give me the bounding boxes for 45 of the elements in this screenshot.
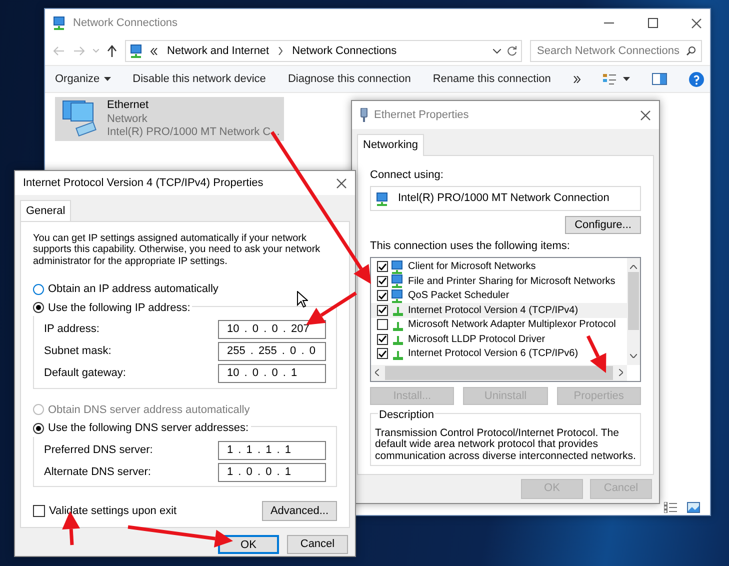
field-label: Subnet mask: (44, 344, 112, 360)
toolbar-button[interactable]: Disable this network device (132, 70, 266, 88)
adapter-name: Intel(R) PRO/1000 MT Network Connection (398, 191, 610, 206)
tab[interactable]: Networking (357, 134, 424, 156)
dialog-button[interactable]: Cancel (287, 534, 348, 554)
ip-address-field[interactable]: 10 . 0 . 0 . 1 (218, 364, 326, 383)
component-item[interactable]: Microsoft LLDP Protocol Driver (371, 332, 629, 346)
ip-address-field[interactable]: 255 . 255 . 0 . 0 (218, 342, 326, 361)
radio-option[interactable]: Use the following IP address: (33, 300, 192, 316)
component-item[interactable]: Internet Protocol Version 4 (TCP/IPv4) (371, 303, 629, 318)
address-bar[interactable]: Network and Internet Network Connections (125, 40, 522, 62)
ip-address-field[interactable]: 1 . 0 . 0 . 1 (218, 462, 326, 482)
field-label: This connection uses the following items: (370, 239, 571, 254)
component-item[interactable]: Internet Protocol Version 6 (TCP/IPv6) (371, 346, 629, 361)
connection-status: Network (107, 112, 148, 126)
toolbar-button[interactable]: Organize (55, 70, 111, 88)
window-title: Network Connections (73, 16, 179, 31)
toolbar-button[interactable]: Diagnose this connection (288, 70, 411, 88)
breadcrumb-item[interactable]: Network Connections (289, 42, 400, 60)
breadcrumb-item[interactable]: Network and Internet (164, 42, 272, 60)
radio-option[interactable]: Use the following DNS server addresses: (33, 420, 251, 436)
connection-name: Ethernet (107, 99, 150, 112)
advanced-button[interactable]: Advanced... (262, 501, 337, 521)
radio-option[interactable]: Obtain an IP address automatically (33, 281, 337, 298)
search-field[interactable]: Search Network Connections (530, 40, 702, 62)
intro-text: You can get IP settings assigned automatically if your network supports this capability. Otherwise, you need to ask your network administrator for the appropriate IP settings. (33, 232, 322, 267)
description-text: Transmission Control Protocol/Internet Protocol. The default wide area network protocol that provides communication across diverse interconnected networks. (375, 428, 636, 462)
component-item[interactable]: QoS Packet Scheduler (371, 288, 629, 303)
component-item[interactable]: File and Printer Sharing for Microsoft Networks (371, 274, 629, 288)
toolbar-button[interactable]: Rename this connection (432, 70, 551, 88)
ip-address-field[interactable]: 10 . 0 . 0 . 207 (218, 320, 326, 339)
field-label: Preferred DNS server: (44, 442, 154, 458)
checkbox-option[interactable]: Validate settings upon exit (33, 502, 177, 520)
field-label: IP address: (44, 322, 100, 338)
component-item[interactable]: Microsoft Network Adapter Multiplexor Protocol (371, 318, 629, 332)
dialog-button[interactable]: OK (218, 534, 279, 554)
dialog-title: Ethernet Properties (374, 108, 470, 123)
ip-address-field[interactable]: 1 . 1 . 1 . 1 (218, 440, 326, 460)
tab[interactable]: General (20, 200, 72, 222)
configure-button[interactable]: Configure... (565, 216, 641, 234)
dialog-title: Internet Protocol Version 4 (TCP/IPv4) Properties (23, 176, 264, 191)
component-item[interactable]: Client for Microsoft Networks (371, 260, 629, 274)
field-label: Alternate DNS server: (44, 464, 152, 480)
field-label: Connect using: (370, 168, 444, 182)
field-label: Default gateway: (44, 366, 127, 382)
